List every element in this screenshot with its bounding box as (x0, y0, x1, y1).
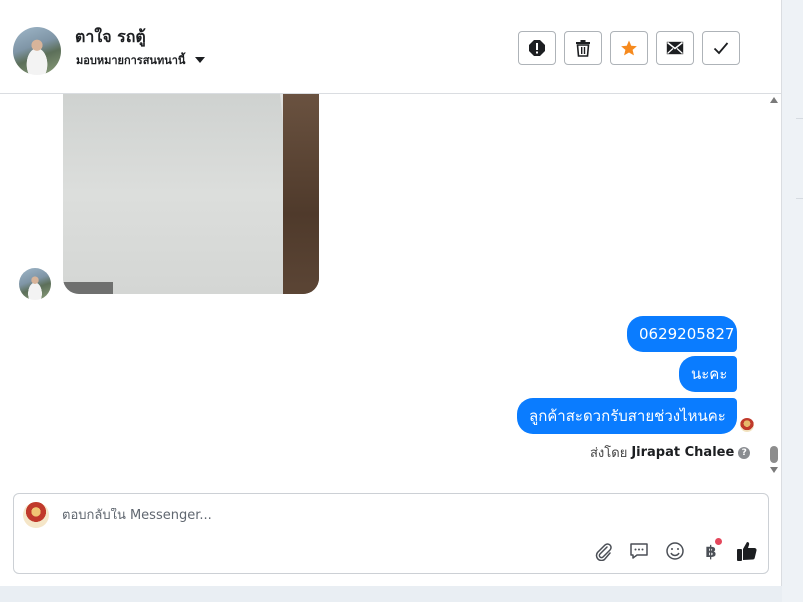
seen-indicator-avatar (740, 418, 754, 432)
composer-tools: ฿ (592, 538, 758, 562)
message-bubble[interactable]: ลูกค้าสะดวกรับสายช่วงไหนคะ (517, 398, 737, 434)
assign-label: มอบหมายการสนทนานี้ (76, 54, 186, 67)
message-bubble[interactable]: 0629205827 (627, 316, 737, 352)
reply-input[interactable] (62, 508, 662, 523)
notification-dot (715, 538, 722, 545)
help-icon[interactable]: ? (738, 446, 751, 459)
inbox-conversation-panel: ตาใจ รถตู้ มอบหมายการสนทนานี้ 0629205827… (0, 0, 782, 586)
scrollbar-thumb[interactable] (770, 446, 778, 463)
contact-name[interactable]: ตาใจ รถตู้ (75, 25, 146, 50)
baht-icon: ฿ (705, 541, 717, 561)
like-button[interactable] (736, 540, 758, 562)
star-button[interactable] (610, 31, 648, 65)
divider (796, 198, 803, 199)
envelope-icon (666, 41, 684, 55)
photo-shadow (63, 282, 113, 294)
attach-button[interactable] (592, 540, 614, 562)
scroll-up-arrow[interactable] (770, 97, 778, 103)
header-actions (518, 31, 740, 65)
divider (796, 118, 803, 119)
payment-button[interactable]: ฿ (700, 538, 722, 562)
check-icon (713, 42, 729, 55)
like-icon (737, 542, 757, 561)
sender-avatar (19, 268, 51, 300)
emoji-button[interactable] (664, 540, 686, 562)
right-side-strip (782, 0, 803, 602)
sent-by-line: ส่งโดย Jirapat Chalee ? (590, 442, 751, 463)
assign-conversation-dropdown[interactable]: มอบหมายการสนทนานี้ (76, 51, 206, 69)
mark-done-button[interactable] (702, 31, 740, 65)
sent-by-prefix: ส่งโดย (590, 446, 628, 461)
mark-unread-button[interactable] (656, 31, 694, 65)
attached-photo[interactable] (63, 94, 319, 294)
spam-icon (529, 40, 545, 56)
delete-button[interactable] (564, 31, 602, 65)
emoji-icon (666, 542, 684, 560)
sent-by-name: Jirapat Chalee (631, 445, 735, 460)
message-thread[interactable]: 0629205827 นะคะ ลูกค้าสะดวกรับสายช่วงไหน… (0, 94, 770, 480)
mark-spam-button[interactable] (518, 31, 556, 65)
trash-icon (576, 40, 590, 57)
photo-paper-region (63, 94, 299, 294)
scroll-down-arrow[interactable] (770, 467, 778, 473)
page-avatar (23, 502, 49, 528)
paperclip-icon (595, 543, 612, 561)
photo-wood-region (283, 94, 319, 294)
reply-composer: ฿ (13, 493, 769, 574)
star-icon (621, 40, 637, 56)
saved-reply-icon (630, 543, 648, 559)
contact-avatar[interactable] (13, 27, 61, 75)
saved-replies-button[interactable] (628, 540, 650, 562)
message-bubble[interactable]: นะคะ (679, 356, 737, 392)
caret-down-icon (195, 57, 206, 63)
conversation-header: ตาใจ รถตู้ มอบหมายการสนทนานี้ (0, 5, 781, 94)
